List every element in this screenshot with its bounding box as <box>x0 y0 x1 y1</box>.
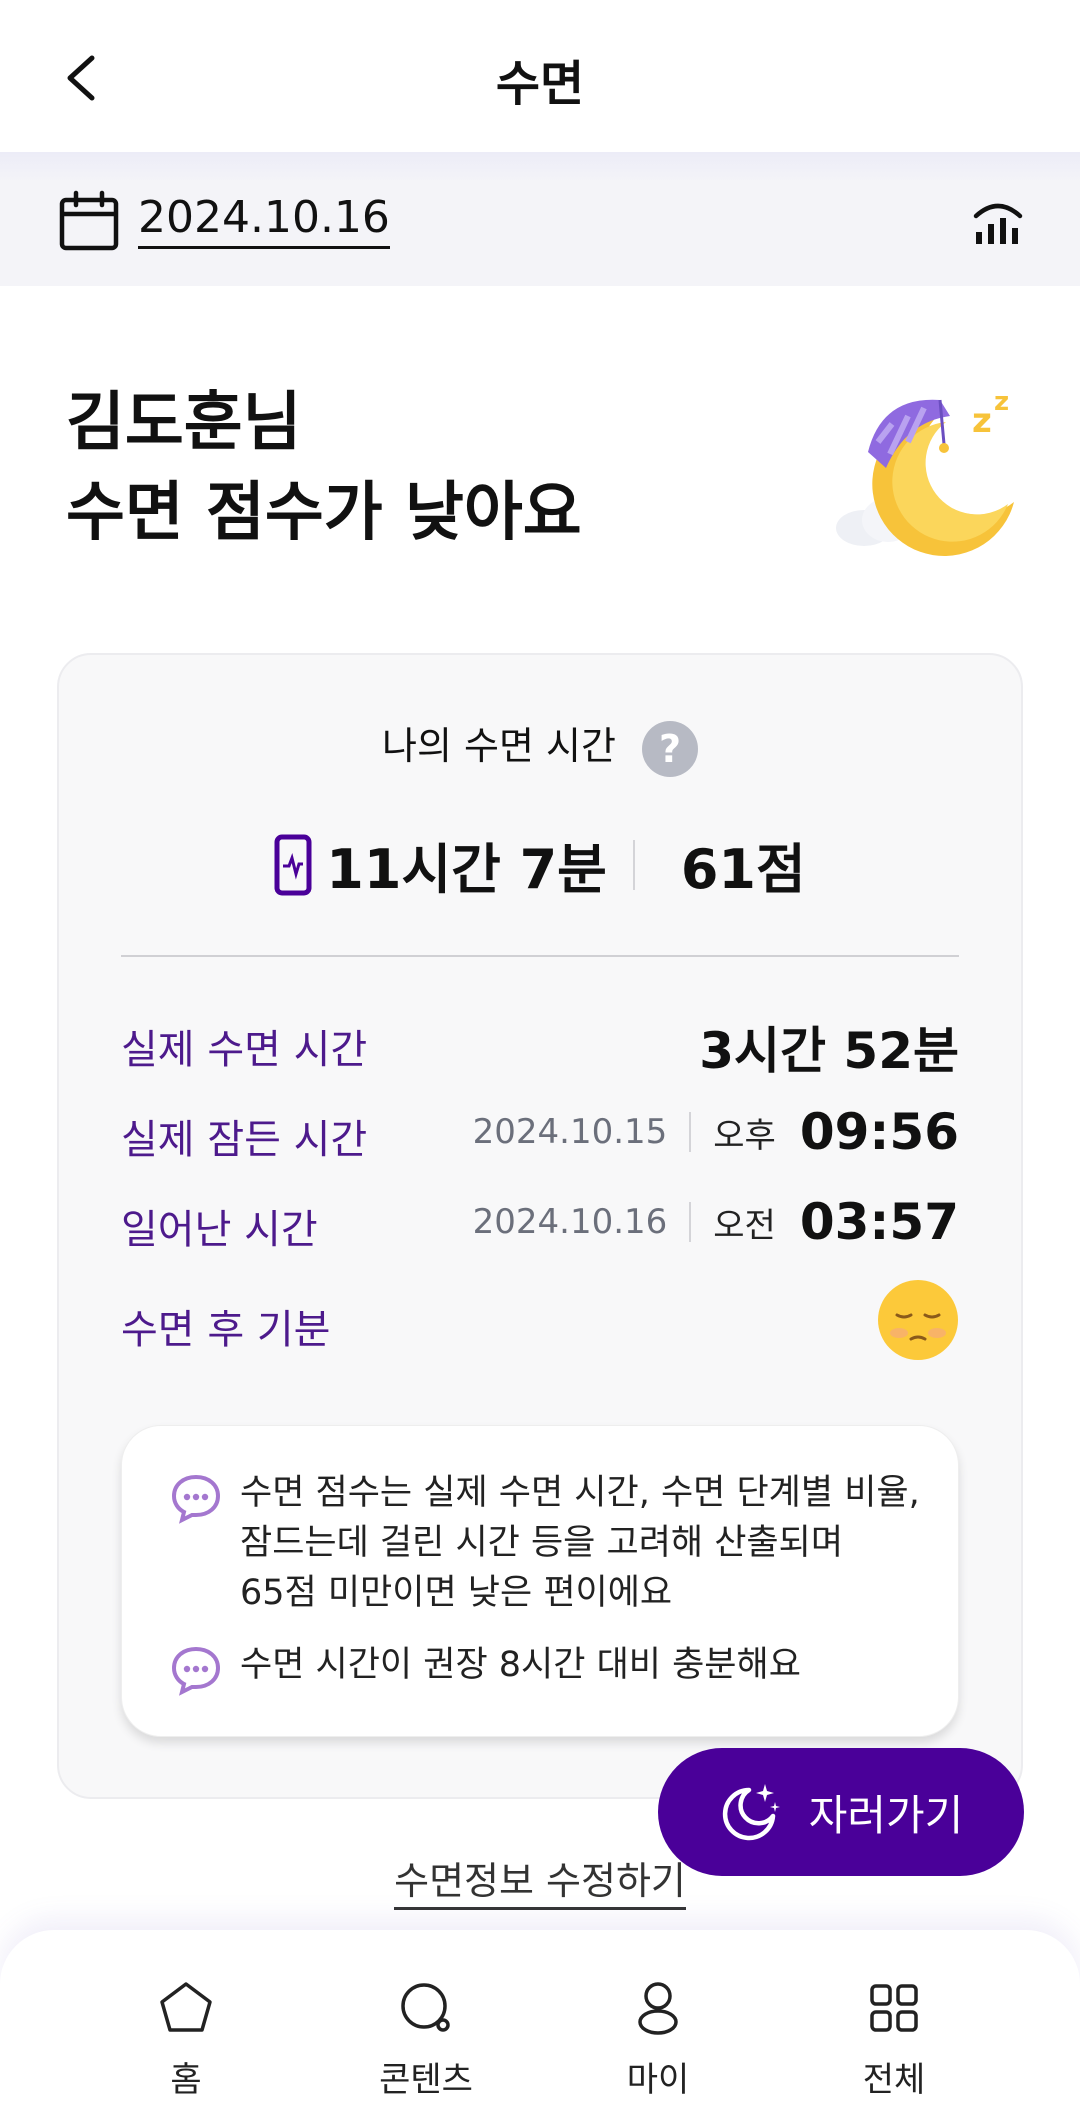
score-info-box: 수면 점수는 실제 수면 시간, 수면 단계별 비율, 잠드는데 걸린 시간 등… <box>121 1425 959 1737</box>
row-label: 실제 수면 시간 <box>121 1027 368 1073</box>
card-title: 나의 수면 시간 <box>381 724 616 768</box>
nav-label: 홈 <box>170 2060 202 2100</box>
divider <box>632 839 635 890</box>
page-title: 수면 <box>495 56 585 112</box>
row-ampm: 오전 <box>713 1205 776 1246</box>
nav-label: 전체 <box>862 2060 926 2100</box>
phone-pulse-icon <box>274 834 312 895</box>
sleeping-moon-icon: z z <box>836 387 1014 556</box>
info-line: 65점 미만이면 낮은 편이에요 <box>240 1573 673 1613</box>
sleep-score: 61점 <box>680 838 806 901</box>
grid-icon <box>870 1984 918 2032</box>
date-bar: 2024.10.16 <box>0 152 1080 286</box>
person-icon <box>638 1982 678 2035</box>
info-item: 수면 시간이 권장 8시간 대비 충분해요 <box>170 1640 928 1696</box>
actual-sleep-row: 실제 수면 시간 3시간 52분 <box>121 1007 959 1080</box>
home-icon <box>160 1982 212 2032</box>
chat-bubble-icon <box>171 1646 221 1696</box>
row-label: 수면 후 기분 <box>121 1307 331 1353</box>
row-time: 09:56 <box>799 1103 959 1161</box>
wake-up-row: 일어난 시간 2024.10.16 오전 03:57 <box>121 1187 959 1257</box>
edit-sleep-info-link[interactable]: 수면정보 수정하기 <box>394 1859 686 1910</box>
search-icon <box>401 1983 450 2032</box>
row-date: 2024.10.15 <box>472 1112 668 1152</box>
svg-text:z: z <box>972 401 992 441</box>
row-label: 실제 잠든 시간 <box>121 1117 368 1163</box>
row-time: 03:57 <box>799 1193 959 1251</box>
row-label: 일어난 시간 <box>121 1207 318 1253</box>
top-header: 수면 <box>0 0 1080 152</box>
moon-stars-icon <box>722 1784 780 1841</box>
go-to-sleep-label: 자러가기 <box>808 1790 964 1840</box>
divider <box>121 955 959 957</box>
row-date: 2024.10.16 <box>472 1202 668 1242</box>
signal-bars-icon[interactable] <box>966 188 1030 252</box>
nav-all[interactable]: 전체 <box>814 1978 974 2101</box>
row-ampm: 오후 <box>713 1115 776 1156</box>
total-sleep-time: 11시간 7분 <box>326 838 607 901</box>
sleep-summary-card: 나의 수면 시간 ? 11시간 7분 61점 실제 수면 시간 3시간 52분 … <box>57 653 1023 1799</box>
greeting-message: 수면 점수가 낮아요 <box>66 476 582 550</box>
divider <box>689 1202 692 1242</box>
info-text: 수면 시간이 권장 8시간 대비 충분해요 <box>240 1645 801 1685</box>
fell-asleep-row: 실제 잠든 시간 2024.10.15 오후 09:56 <box>121 1097 959 1167</box>
actual-sleep-value: 3시간 52분 <box>699 1022 959 1080</box>
total-time-row: 11시간 7분 61점 <box>59 825 1021 901</box>
info-line: 수면 점수는 실제 수면 시간, 수면 단계별 비율, <box>240 1473 920 1513</box>
nav-my[interactable]: 마이 <box>578 1978 738 2101</box>
info-text: 수면 점수는 실제 수면 시간, 수면 단계별 비율, 잠드는데 걸린 시간 등… <box>240 1468 920 1618</box>
greeting-name: 김도훈님 <box>66 386 302 460</box>
nav-label: 마이 <box>626 2060 690 2100</box>
divider <box>689 1112 692 1152</box>
mood-row: 수면 후 기분 <box>121 1280 959 1360</box>
tired-face-icon <box>878 1280 958 1360</box>
go-to-sleep-button[interactable]: 자러가기 <box>658 1748 1024 1876</box>
svg-text:z: z <box>994 387 1009 417</box>
card-title-row: 나의 수면 시간 ? <box>59 715 1021 777</box>
info-item: 수면 점수는 실제 수면 시간, 수면 단계별 비율, 잠드는데 걸린 시간 등… <box>170 1468 928 1618</box>
nav-home[interactable]: 홈 <box>106 1978 266 2101</box>
calendar-icon[interactable] <box>58 190 120 252</box>
date-selector[interactable]: 2024.10.16 <box>138 192 390 249</box>
bottom-nav: 홈 콘텐츠 마이 전체 <box>0 1930 1080 2128</box>
help-icon[interactable]: ? <box>642 720 698 777</box>
nav-label: 콘텐츠 <box>379 2060 473 2100</box>
sleep-greeting: 김도훈님 수면 점수가 낮아요 <box>66 378 582 558</box>
chat-bubble-icon <box>171 1474 221 1524</box>
info-line: 잠드는데 걸린 시간 등을 고려해 산출되며 <box>240 1523 844 1563</box>
nav-contents[interactable]: 콘텐츠 <box>346 1978 506 2101</box>
